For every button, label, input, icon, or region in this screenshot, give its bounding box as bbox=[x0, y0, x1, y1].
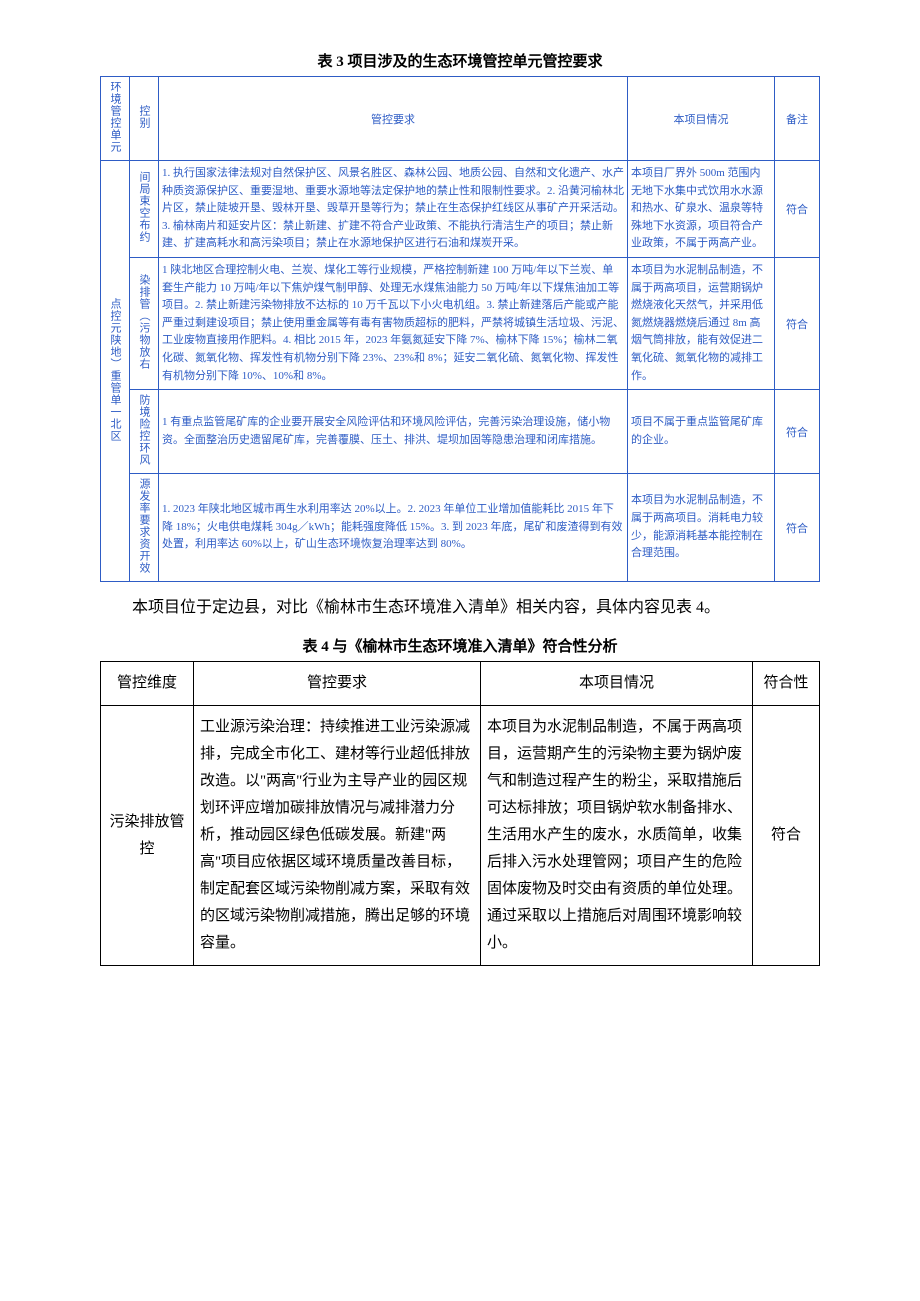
conformity-cell: 符合 bbox=[753, 706, 820, 966]
th-conformity: 符合性 bbox=[753, 662, 820, 706]
remark-cell: 符合 bbox=[775, 161, 820, 258]
th-remark: 备注 bbox=[775, 77, 820, 161]
remark-cell: 符合 bbox=[775, 474, 820, 582]
th-unit: 环境管控单元 bbox=[101, 77, 130, 161]
table-row: 染排管︵污物放右 1 陕北地区合理控制火电、兰炭、煤化工等行业规模，严格控制新建… bbox=[101, 257, 820, 389]
table-row: 防境险控环风 1 有重点监管尾矿库的企业要开展安全风险评估和环境风险评估，完善污… bbox=[101, 390, 820, 474]
requirement-cell: 1 陕北地区合理控制火电、兰炭、煤化工等行业规模，严格控制新建 100 万吨/年… bbox=[159, 257, 628, 389]
table4-header-row: 管控维度 管控要求 本项目情况 符合性 bbox=[101, 662, 820, 706]
table4-title: 表 4 与《榆林市生态环境准入清单》符合性分析 bbox=[100, 635, 820, 656]
category-cell: 源发率要求资开效 bbox=[130, 474, 159, 582]
table-row: 点控元陕地︶重管单一北区 间局束空布约 1. 执行国家法律法规对自然保护区、风景… bbox=[101, 161, 820, 258]
category-cell: 染排管︵污物放右 bbox=[130, 257, 159, 389]
th-requirement: 管控要求 bbox=[194, 662, 481, 706]
th-requirement: 管控要求 bbox=[159, 77, 628, 161]
th-situation: 本项目情况 bbox=[628, 77, 775, 161]
situation-cell: 本项目为水泥制品制造，不属于两高项目。消耗电力较少，能源消耗基本能控制在合理范围… bbox=[628, 474, 775, 582]
requirement-cell: 工业源污染治理：持续推进工业污染源减排，完成全市化工、建材等行业超低排放改造。以… bbox=[194, 706, 481, 966]
situation-cell: 项目不属于重点监管尾矿库的企业。 bbox=[628, 390, 775, 474]
remark-cell: 符合 bbox=[775, 257, 820, 389]
requirement-cell: 1 有重点监管尾矿库的企业要开展安全风险评估和环境风险评估，完善污染治理设施，储… bbox=[159, 390, 628, 474]
th-dimension: 管控维度 bbox=[101, 662, 194, 706]
table3-title: 表 3 项目涉及的生态环境管控单元管控要求 bbox=[100, 50, 820, 71]
table3: 环境管控单元 控别 管控要求 本项目情况 备注 点控元陕地︶重管单一北区 间局束… bbox=[100, 76, 820, 582]
table-row: 源发率要求资开效 1. 2023 年陕北地区城市再生水利用率达 20%以上。2.… bbox=[101, 474, 820, 582]
unit-cell: 点控元陕地︶重管单一北区 bbox=[101, 161, 130, 582]
situation-cell: 本项目厂界外 500m 范围内无地下水集中式饮用水水源和热水、矿泉水、温泉等特殊… bbox=[628, 161, 775, 258]
dimension-cell: 污染排放管控 bbox=[101, 706, 194, 966]
requirement-cell: 1. 执行国家法律法规对自然保护区、风景名胜区、森林公园、地质公园、自然和文化遗… bbox=[159, 161, 628, 258]
th-category: 控别 bbox=[130, 77, 159, 161]
body-paragraph: 本项目位于定边县，对比《榆林市生态环境准入清单》相关内容，具体内容见表 4。 bbox=[100, 590, 820, 625]
table4: 管控维度 管控要求 本项目情况 符合性 污染排放管控 工业源污染治理：持续推进工… bbox=[100, 661, 820, 966]
remark-cell: 符合 bbox=[775, 390, 820, 474]
requirement-cell: 1. 2023 年陕北地区城市再生水利用率达 20%以上。2. 2023 年单位… bbox=[159, 474, 628, 582]
table3-header-row: 环境管控单元 控别 管控要求 本项目情况 备注 bbox=[101, 77, 820, 161]
table-row: 污染排放管控 工业源污染治理：持续推进工业污染源减排，完成全市化工、建材等行业超… bbox=[101, 706, 820, 966]
category-cell: 间局束空布约 bbox=[130, 161, 159, 258]
th-situation: 本项目情况 bbox=[480, 662, 752, 706]
situation-cell: 本项目为水泥制品制造，不属于两高项目，运营期锅炉燃烧液化天然气，并采用低氮燃烧器… bbox=[628, 257, 775, 389]
situation-cell: 本项目为水泥制品制造，不属于两高项目，运营期产生的污染物主要为锅炉废气和制造过程… bbox=[480, 706, 752, 966]
category-cell: 防境险控环风 bbox=[130, 390, 159, 474]
